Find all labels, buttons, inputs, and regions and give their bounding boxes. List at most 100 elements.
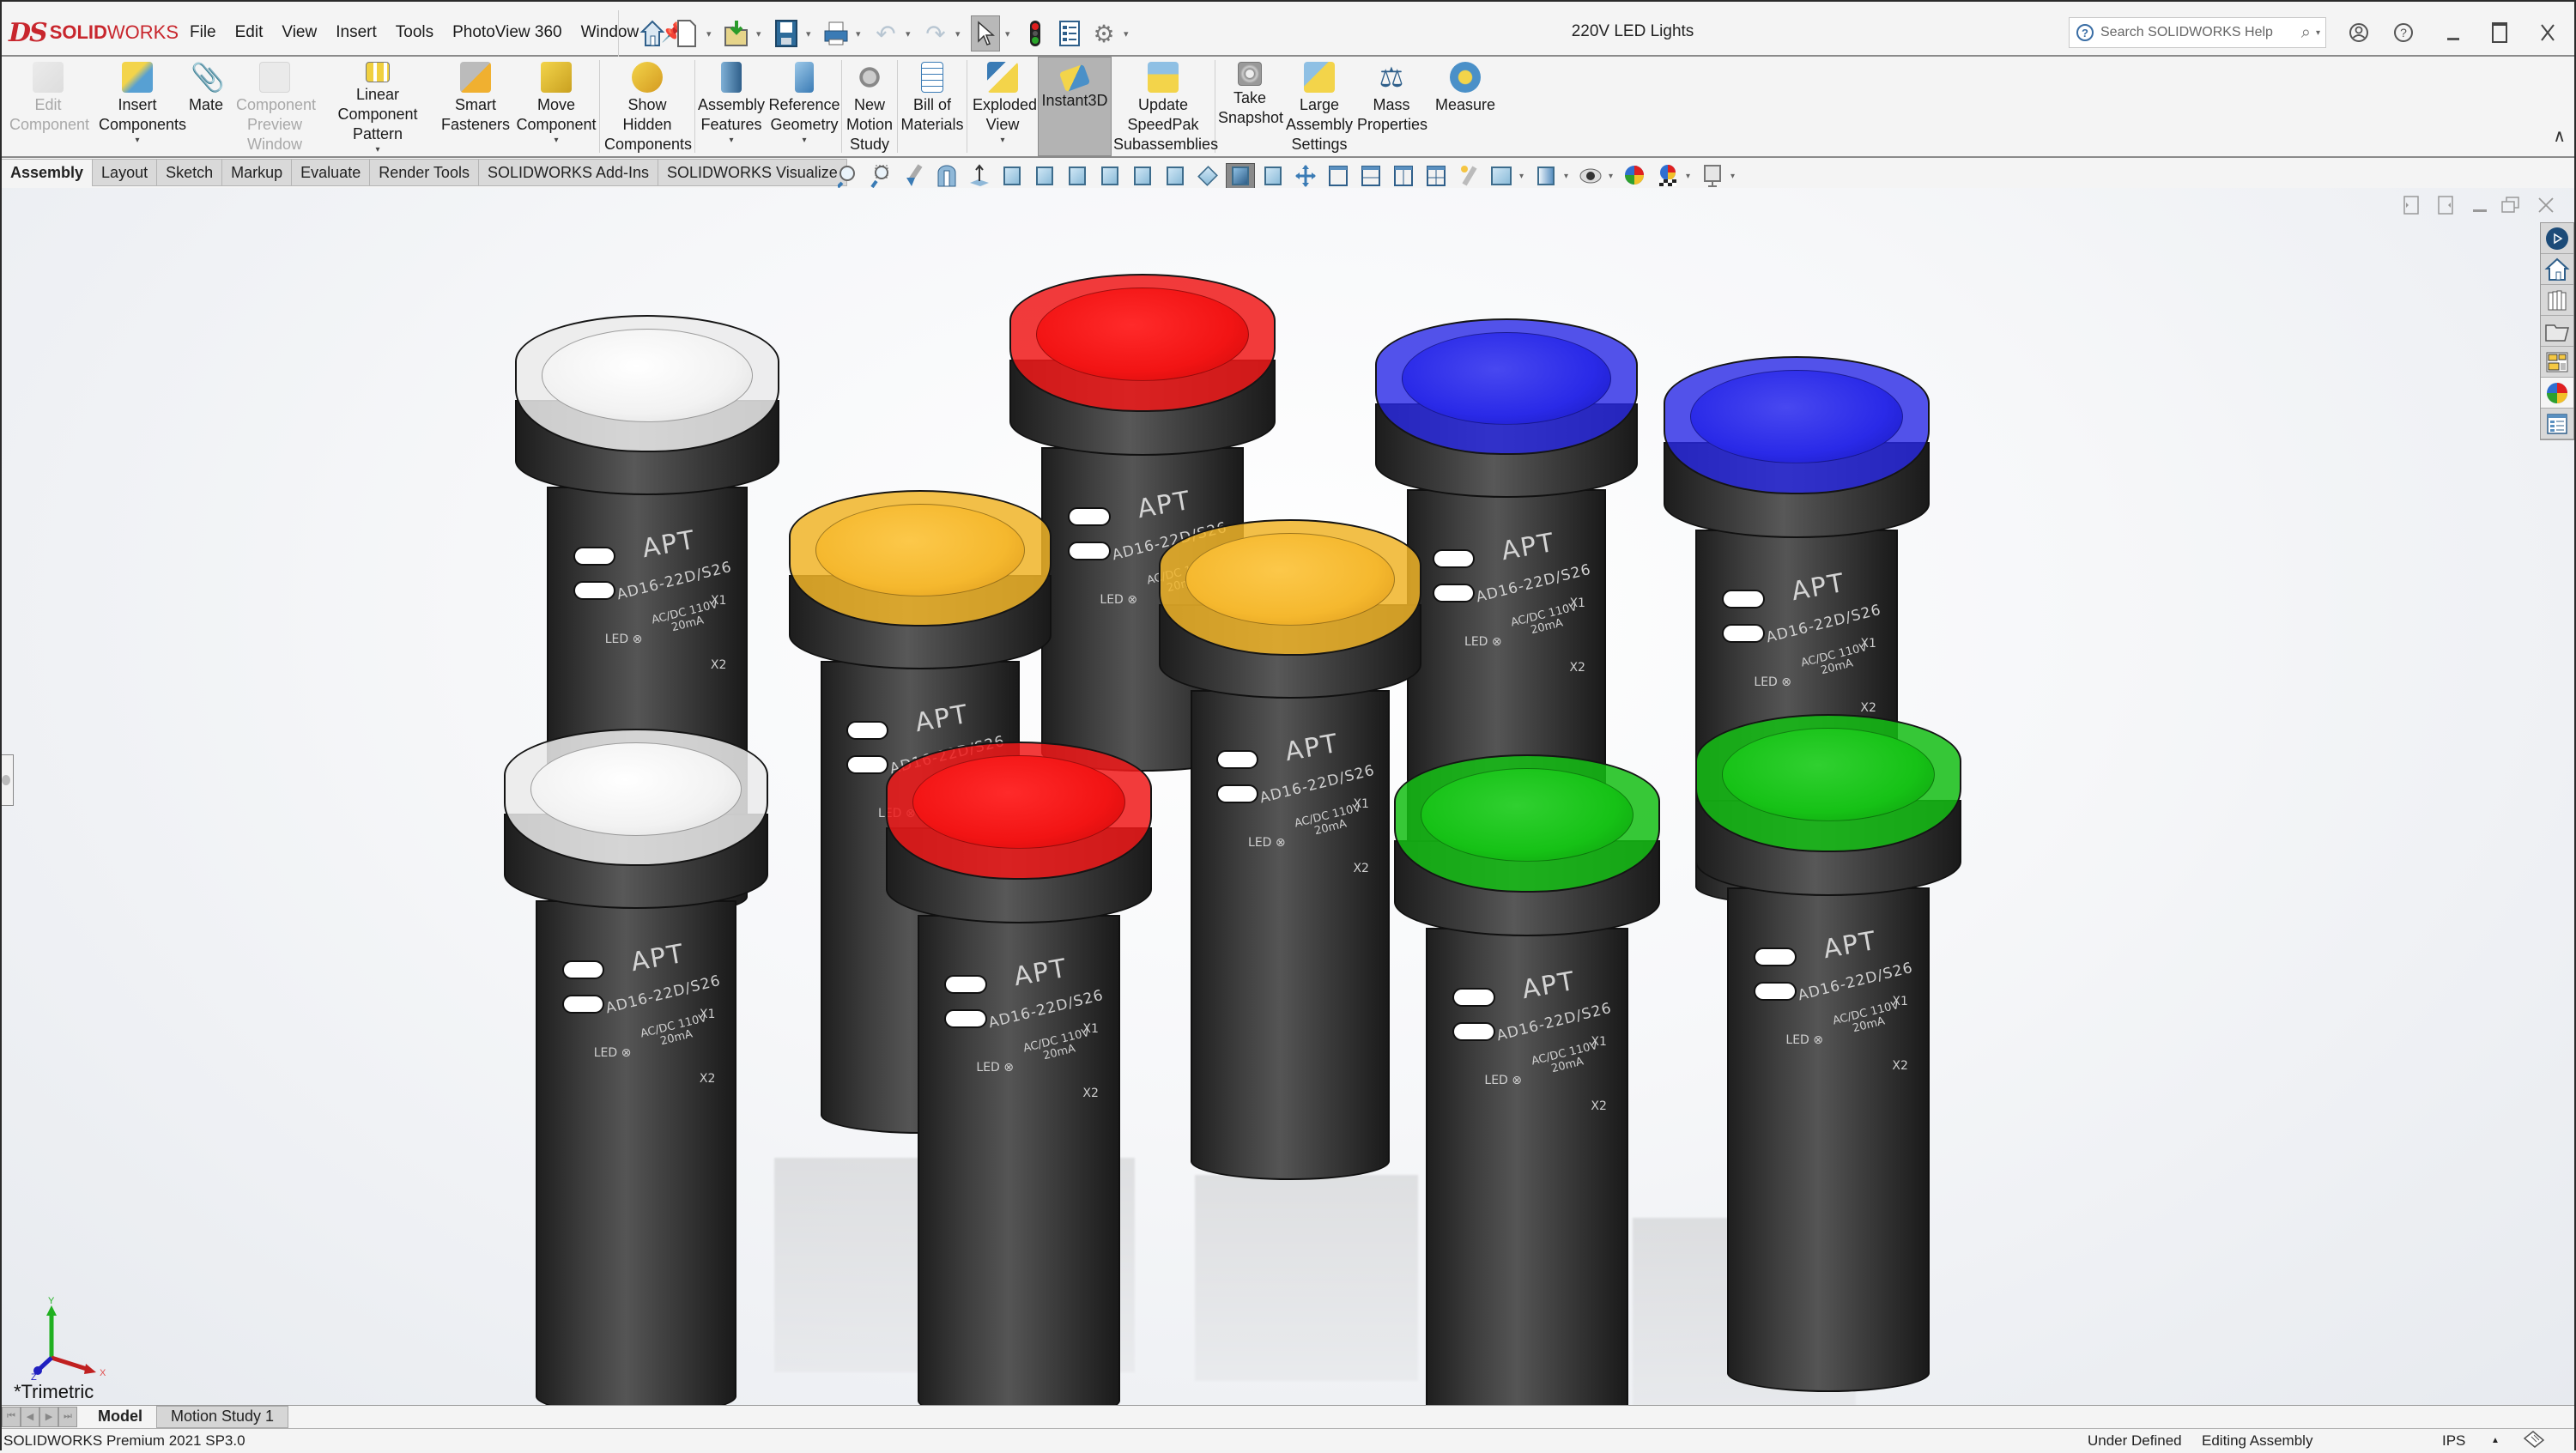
back-view-icon[interactable] xyxy=(1030,163,1059,189)
right-view-icon[interactable] xyxy=(1095,163,1124,189)
select-icon[interactable] xyxy=(971,15,1000,51)
mate-button[interactable]: 📎 Mate xyxy=(180,57,232,156)
file-explorer-icon[interactable] xyxy=(2541,316,2573,347)
instant3d-button[interactable]: Instant3D xyxy=(1038,57,1112,156)
tab-model[interactable]: Model xyxy=(84,1406,156,1428)
large-assembly-settings-button[interactable]: Large Assembly Settings xyxy=(1284,57,1355,156)
collapse-ribbon-icon[interactable]: ∧ xyxy=(2553,125,2566,147)
tab-render-tools[interactable]: Render Tools xyxy=(370,159,479,186)
viewport-tile-left-icon[interactable] xyxy=(2403,195,2420,221)
normal-to-icon[interactable] xyxy=(965,163,994,189)
maximize-window-icon[interactable] xyxy=(2482,15,2517,50)
print-icon[interactable] xyxy=(821,15,851,51)
assembly-features-dropdown-icon[interactable]: ▾ xyxy=(729,135,733,147)
top-view-icon[interactable] xyxy=(1128,163,1157,189)
view-orientation-dropdown-icon[interactable]: ▾ xyxy=(1519,172,1528,181)
viewport-restore-icon[interactable] xyxy=(2500,195,2521,221)
measure-button[interactable]: Measure xyxy=(1428,57,1502,156)
insert-components-button[interactable]: Insert Components ▾ xyxy=(94,57,186,156)
tab-sketch[interactable]: Sketch xyxy=(157,159,223,186)
apply-scene-icon[interactable] xyxy=(1653,163,1682,189)
display-style-icon[interactable] xyxy=(1531,163,1561,189)
insert-components-dropdown-icon[interactable]: ▾ xyxy=(135,135,139,147)
two-view-vertical-icon[interactable] xyxy=(1389,163,1418,189)
isometric-view-icon[interactable] xyxy=(1193,163,1222,189)
menu-file[interactable]: File xyxy=(180,23,226,42)
exploded-view-dropdown-icon[interactable]: ▾ xyxy=(1000,135,1004,147)
menu-view[interactable]: View xyxy=(272,23,326,42)
save-dropdown-icon[interactable]: ▾ xyxy=(806,28,816,39)
home-pane-icon[interactable] xyxy=(2541,254,2573,285)
custom-properties-icon[interactable] xyxy=(2541,409,2573,439)
view-orientation-icon[interactable] xyxy=(1487,163,1516,189)
led-indicator-red[interactable]: APT AD16-22D/S26 AC/DC 110V20mA LED ⊗ X1… xyxy=(886,742,1152,1405)
hide-show-dropdown-icon[interactable]: ▾ xyxy=(1609,172,1617,181)
four-view-icon[interactable] xyxy=(1421,163,1451,189)
new-dropdown-icon[interactable]: ▾ xyxy=(706,28,717,39)
file-properties-icon[interactable] xyxy=(1055,15,1084,51)
show-hidden-components-button[interactable]: Show Hidden Components xyxy=(600,57,694,156)
apply-scene-dropdown-icon[interactable]: ▾ xyxy=(1686,172,1694,181)
zoom-to-area-icon[interactable] xyxy=(867,163,896,189)
previous-view-icon[interactable] xyxy=(900,163,929,189)
trimetric-view-icon[interactable] xyxy=(1226,163,1255,189)
single-view-icon[interactable] xyxy=(1324,163,1353,189)
search-icon[interactable]: ⌕ xyxy=(2301,23,2311,43)
undo-icon[interactable]: ↶ xyxy=(871,15,900,51)
component-preview-window-button[interactable]: Component Preview Window xyxy=(232,57,318,156)
next-tab-icon[interactable]: ▶ xyxy=(39,1406,58,1427)
menu-edit[interactable]: Edit xyxy=(226,23,273,42)
view-settings-dropdown-icon[interactable]: ▾ xyxy=(1730,172,1739,181)
options-dropdown-icon[interactable]: ▾ xyxy=(1124,28,1134,39)
new-motion-study-button[interactable]: New Motion Study xyxy=(842,57,897,156)
edit-component-button[interactable]: Edit Component xyxy=(2,57,94,156)
tab-layout[interactable]: Layout xyxy=(93,159,158,186)
minimize-window-icon[interactable] xyxy=(2436,15,2470,50)
3d-drag-icon[interactable] xyxy=(1291,163,1320,189)
undo-dropdown-icon[interactable]: ▾ xyxy=(906,28,916,39)
help-search-box[interactable]: ? Search SOLIDWORKS Help ⌕ ▾ xyxy=(2069,17,2326,48)
unit-system-dropdown-icon[interactable]: ▲ xyxy=(2491,1436,2500,1445)
save-icon[interactable] xyxy=(772,15,801,51)
left-view-icon[interactable] xyxy=(1063,163,1092,189)
feature-manager-expand-handle[interactable] xyxy=(2,754,14,806)
tab-markup[interactable]: Markup xyxy=(222,159,293,186)
menu-insert[interactable]: Insert xyxy=(326,23,386,42)
home-icon[interactable] xyxy=(638,15,667,51)
led-indicator-green[interactable]: APT AD16-22D/S26 AC/DC 110V 20mA LED ⊗ X1… xyxy=(1695,714,1961,1392)
rebuild-status-icon[interactable] xyxy=(2521,1430,2547,1453)
open-icon[interactable] xyxy=(722,15,751,51)
move-component-dropdown-icon[interactable]: ▾ xyxy=(554,135,558,147)
help-icon[interactable]: ? xyxy=(2388,15,2419,50)
smart-fasteners-button[interactable]: Smart Fasteners xyxy=(438,57,513,156)
reference-geometry-button[interactable]: Reference Geometry ▾ xyxy=(767,57,841,156)
menu-tools[interactable]: Tools xyxy=(386,23,443,42)
viewport-minimize-icon[interactable] xyxy=(2471,195,2488,221)
move-component-button[interactable]: Move Component ▾ xyxy=(513,57,599,156)
display-style-dropdown-icon[interactable]: ▾ xyxy=(1564,172,1573,181)
view-palette-icon[interactable] xyxy=(2541,347,2573,378)
tab-solidworks-add-ins[interactable]: SOLIDWORKS Add-Ins xyxy=(478,159,659,186)
dimetric-view-icon[interactable] xyxy=(1258,163,1288,189)
close-window-icon[interactable] xyxy=(2531,15,2565,50)
lights-icon[interactable] xyxy=(1454,163,1483,189)
two-view-horizontal-icon[interactable] xyxy=(1356,163,1385,189)
unit-system-button[interactable]: IPS xyxy=(2442,1432,2465,1450)
reference-geometry-dropdown-icon[interactable]: ▾ xyxy=(802,135,806,147)
viewport-tile-right-icon[interactable] xyxy=(2437,195,2454,221)
rebuild-traffic-light-icon[interactable] xyxy=(1021,15,1050,51)
linear-pattern-dropdown-icon[interactable]: ▾ xyxy=(375,144,379,156)
previous-tab-icon[interactable]: ◀ xyxy=(21,1406,39,1427)
led-indicator-green[interactable]: APT AD16-22D/S26 AC/DC 110V 20mA LED ⊗ X1… xyxy=(1394,754,1660,1405)
tab-assembly[interactable]: Assembly xyxy=(2,159,94,186)
exploded-view-button[interactable]: Exploded View ▾ xyxy=(967,57,1038,156)
tab-motion-study-1[interactable]: Motion Study 1 xyxy=(156,1405,289,1428)
linear-component-pattern-button[interactable]: Linear Component Pattern ▾ xyxy=(318,57,438,156)
design-library-icon[interactable] xyxy=(2541,285,2573,316)
select-dropdown-icon[interactable]: ▾ xyxy=(1005,28,1015,39)
graphics-area[interactable]: APT AD16-22D/S26 AC/DC 110V 20mA LED ⊗ X1… xyxy=(2,188,2574,1405)
led-indicator-white[interactable]: APT AD16-22D/S26 AC/DC 110V 20mA LED ⊗ X1… xyxy=(504,729,768,1405)
take-snapshot-button[interactable]: Take Snapshot xyxy=(1215,57,1284,156)
first-tab-icon[interactable]: ⏮ xyxy=(2,1406,21,1427)
new-document-icon[interactable] xyxy=(672,15,701,51)
